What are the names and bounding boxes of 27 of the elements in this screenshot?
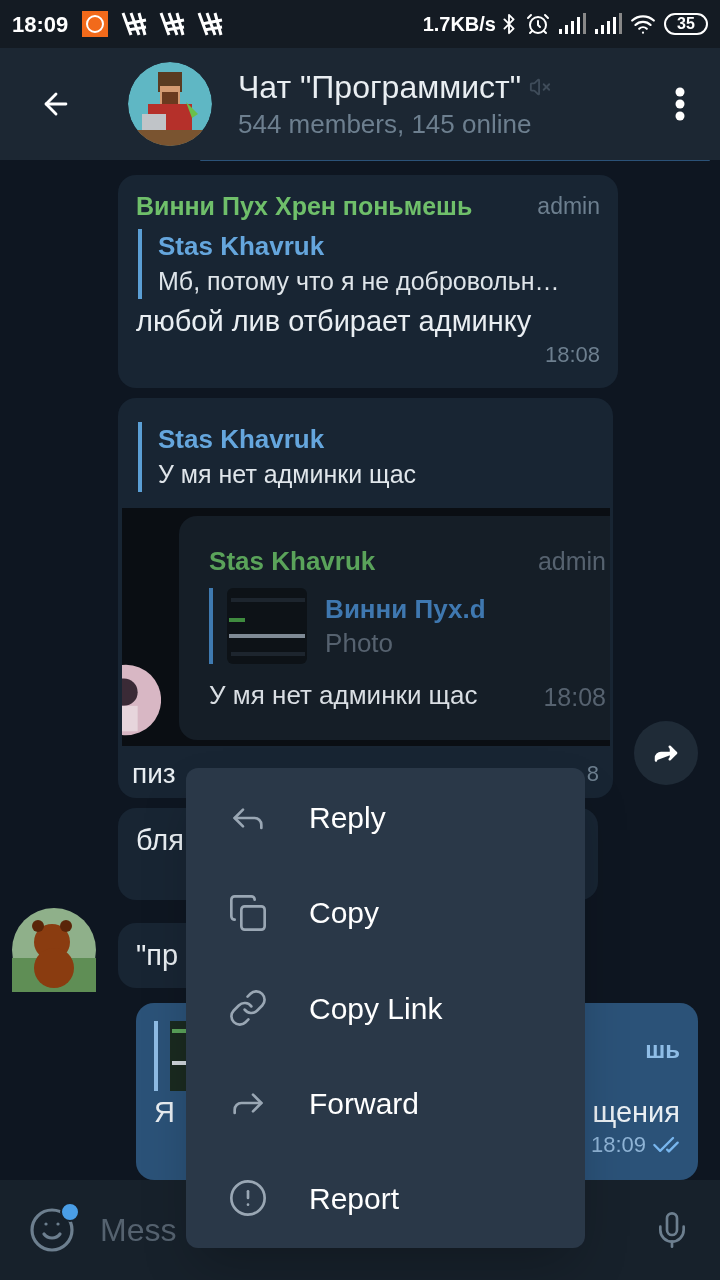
- quote-author: Stas Khavruk: [158, 230, 326, 263]
- sender-name: Stas Khavruk: [209, 545, 376, 578]
- battery-icon: 35: [664, 13, 708, 35]
- network-speed: 1.7KB/s: [422, 12, 496, 37]
- quote-text: Мб, потому что я не добровольн…: [158, 266, 560, 297]
- chat-title: Чат "Программист": [238, 68, 522, 107]
- admin-label: admin: [537, 546, 606, 577]
- message-time: 18:09: [590, 1131, 646, 1159]
- message-text: бля: [136, 824, 184, 856]
- message-text: любой лив отбирает админку: [136, 304, 533, 339]
- quote-author: шь: [645, 1035, 680, 1065]
- member-count: 544 members, 145 online: [238, 108, 533, 141]
- quote-author: Stas Khavruk: [158, 423, 326, 456]
- message-text: У мя нет админки щас: [209, 679, 478, 712]
- message-text: "пр: [136, 939, 179, 971]
- quote-text: У мя нет админки щас: [158, 459, 417, 490]
- quote-author: Винни Пух.d: [325, 593, 486, 626]
- message-time: 18:08: [544, 341, 600, 369]
- message-text: Я: [154, 1095, 175, 1130]
- quote-text: Photo: [325, 627, 395, 660]
- message-time: 18:08: [543, 682, 606, 712]
- clock: 18:09: [12, 10, 69, 39]
- sender-name: Винни Пух Хрен поньмешь: [136, 191, 473, 222]
- message-text: щения: [592, 1095, 680, 1130]
- message-text: пиз: [132, 757, 176, 791]
- message-time: 8: [586, 760, 599, 788]
- admin-label: admin: [537, 192, 600, 221]
